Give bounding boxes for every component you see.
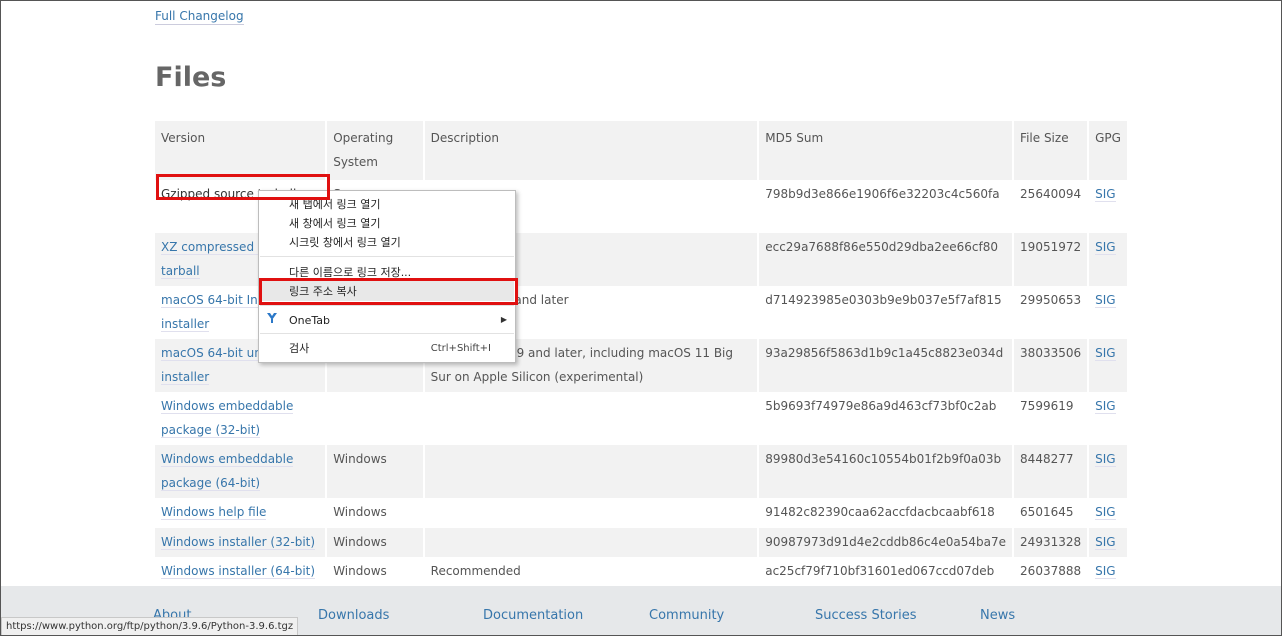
header-os-label: Operating System (333, 131, 394, 169)
size-cell: 6501645 (1014, 498, 1090, 528)
table-row: Windows embeddable package (64-bit) Wind… (155, 445, 1129, 498)
gpg-cell: SIG (1089, 339, 1129, 392)
inspect-shortcut: Ctrl+Shift+I (430, 343, 491, 354)
footer-link-success-stories[interactable]: Success Stories (815, 608, 917, 623)
md5-cell: 5b9693f74979e86a9d463cf73bf0c2ab (759, 392, 1015, 445)
version-link[interactable]: Windows embeddable package (32-bit) (161, 399, 294, 438)
highlight-gzipped-link (156, 174, 330, 200)
md5-cell: 89980d3e54160c10554b01f2b9f0a03b (759, 445, 1015, 498)
menu-separator (260, 256, 514, 257)
sig-link[interactable]: SIG (1095, 505, 1116, 520)
table-header-row: Version Operating System Description MD5… (155, 121, 1129, 180)
onetab-icon (266, 312, 278, 327)
size-cell: 25640094 (1014, 180, 1090, 233)
os-cell: Windows (327, 527, 425, 557)
full-changelog-link[interactable]: Full Changelog (155, 8, 244, 25)
header-version: Version (155, 121, 328, 180)
gpg-cell: SIG (1089, 286, 1129, 339)
os-cell (327, 392, 425, 445)
header-os: Operating System (327, 121, 425, 180)
version-cell: Windows embeddable package (64-bit) (155, 445, 328, 498)
menu-item-open-incognito[interactable]: 시크릿 창에서 링크 열기 (289, 233, 401, 252)
table-row: Windows embeddable package (32-bit) 5b96… (155, 392, 1129, 445)
context-menu: 새 탭에서 링크 열기 새 창에서 링크 열기 시크릿 창에서 링크 열기 다른… (258, 190, 516, 363)
menu-separator (260, 333, 514, 334)
menu-item-onetab[interactable]: OneTab (289, 311, 330, 330)
gpg-cell: SIG (1089, 445, 1129, 498)
size-cell: 7599619 (1014, 392, 1090, 445)
gpg-cell: SIG (1089, 233, 1129, 286)
md5-cell: d714923985e0303b9e9b037e5f7af815 (759, 286, 1015, 339)
footer-link-community[interactable]: Community (649, 608, 724, 623)
version-cell: Windows installer (32-bit) (155, 527, 328, 557)
description-cell (424, 445, 760, 498)
header-gpg: GPG (1089, 121, 1129, 180)
sig-link[interactable]: SIG (1095, 293, 1116, 308)
size-cell: 8448277 (1014, 445, 1090, 498)
gpg-cell: SIG (1089, 392, 1129, 445)
size-cell: 26037888 (1014, 557, 1090, 587)
version-link[interactable]: macOS 64-bit Intel installer (161, 293, 274, 332)
md5-cell: 798b9d3e866e1906f6e32203c4c560fa (759, 180, 1015, 233)
sig-link[interactable]: SIG (1095, 240, 1116, 255)
menu-item-inspect[interactable]: 검사 (289, 339, 309, 358)
header-md5: MD5 Sum (759, 121, 1015, 180)
sig-link[interactable]: SIG (1095, 187, 1116, 202)
sig-link[interactable]: SIG (1095, 399, 1116, 414)
description-cell: Recommended (424, 557, 760, 587)
header-description: Description (424, 121, 760, 180)
gpg-cell: SIG (1089, 180, 1129, 233)
md5-cell: 91482c82390caa62accfdacbcaabf618 (759, 498, 1015, 528)
version-link[interactable]: Windows help file (161, 505, 267, 520)
sig-link[interactable]: SIG (1095, 564, 1116, 579)
table-row: Windows help file Windows 91482c82390caa… (155, 498, 1129, 528)
footer-link-downloads[interactable]: Downloads (318, 608, 389, 623)
gpg-cell: SIG (1089, 498, 1129, 528)
description-cell (424, 527, 760, 557)
version-cell: Windows embeddable package (32-bit) (155, 392, 328, 445)
os-cell: Windows (327, 498, 425, 528)
description-cell (424, 392, 760, 445)
os-cell: Windows (327, 557, 425, 587)
version-cell: Windows installer (64-bit) (155, 557, 328, 587)
md5-cell: 90987973d91d4e2cddb86c4e0a54ba7e (759, 527, 1015, 557)
version-link[interactable]: Windows installer (32-bit) (161, 534, 316, 550)
md5-cell: ac25cf79f710bf31601ed067ccd07deb (759, 557, 1015, 587)
sig-link[interactable]: SIG (1095, 534, 1116, 550)
gpg-cell: SIG (1089, 557, 1129, 587)
highlight-copy-link-item (259, 278, 518, 305)
menu-item-open-new-window[interactable]: 새 창에서 링크 열기 (289, 214, 380, 233)
footer-link-news[interactable]: News (980, 608, 1015, 623)
md5-cell: 93a29856f5863d1b9c1a45c8823e034d (759, 339, 1015, 392)
version-link[interactable]: Windows installer (64-bit) (161, 564, 316, 579)
files-heading: Files (155, 62, 227, 93)
table-row: Windows installer (32-bit) Windows 90987… (155, 527, 1129, 557)
gpg-cell: SIG (1089, 527, 1129, 557)
version-cell: Windows help file (155, 498, 328, 528)
os-cell: Windows (327, 445, 425, 498)
version-link[interactable]: Windows embeddable package (64-bit) (161, 452, 294, 491)
submenu-arrow-icon: ▶ (500, 315, 507, 324)
size-cell: 19051972 (1014, 233, 1090, 286)
header-size: File Size (1014, 121, 1090, 180)
menu-separator (260, 305, 514, 306)
sig-link[interactable]: SIG (1095, 452, 1116, 467)
size-cell: 29950653 (1014, 286, 1090, 339)
footer-link-documentation[interactable]: Documentation (483, 608, 583, 623)
status-bar-url: https://www.python.org/ftp/python/3.9.6/… (1, 617, 299, 636)
table-row: Windows installer (64-bit) Windows Recom… (155, 557, 1129, 587)
sig-link[interactable]: SIG (1095, 346, 1116, 361)
size-cell: 24931328 (1014, 527, 1090, 557)
size-cell: 38033506 (1014, 339, 1090, 392)
md5-cell: ecc29a7688f86e550d29dba2ee66cf80 (759, 233, 1015, 286)
description-cell (424, 498, 760, 528)
